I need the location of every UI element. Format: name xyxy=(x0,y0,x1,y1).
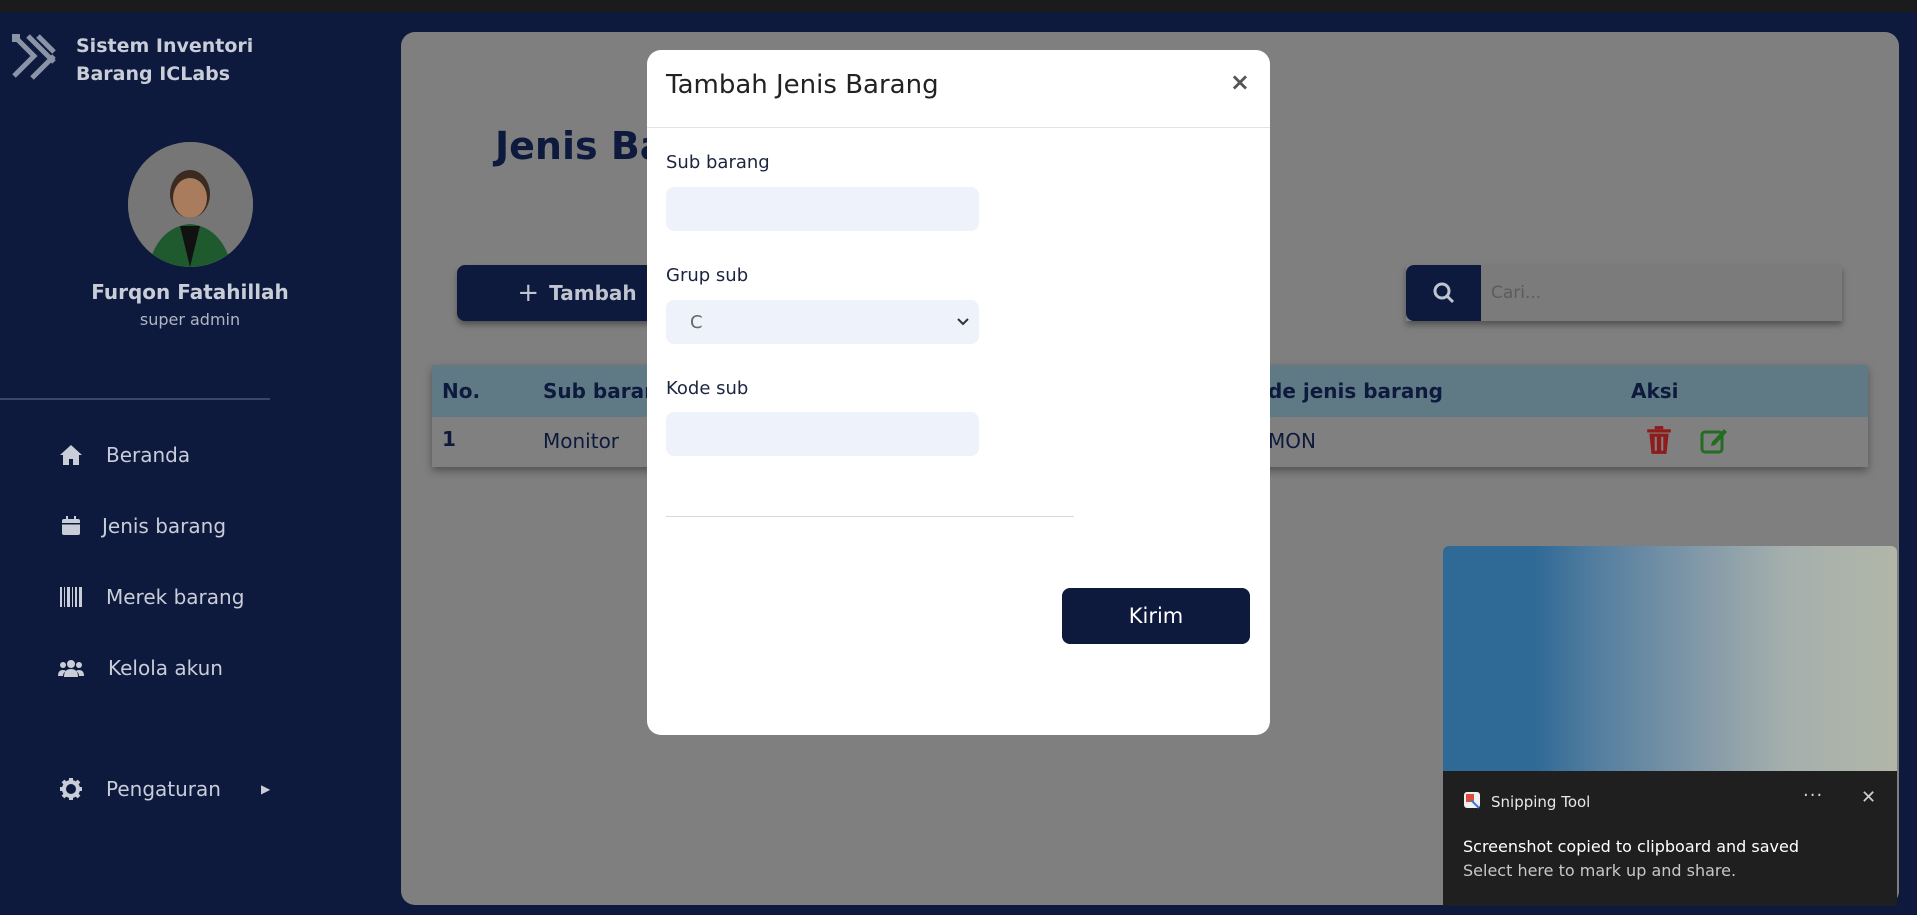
row-sub-barang: Monitor xyxy=(543,429,620,453)
snipping-tool-icon xyxy=(1464,792,1480,809)
row-kode: MON xyxy=(1268,429,1316,453)
grup-sub-label: Grup sub xyxy=(666,265,749,286)
kode-sub-label: Kode sub xyxy=(666,378,749,399)
add-button-label: Tambah xyxy=(549,281,637,305)
brand-title: Sistem Inventori Barang ICLabs xyxy=(76,35,254,85)
user-role: super admin xyxy=(139,310,241,329)
sub-barang-label: Sub barang xyxy=(666,152,770,173)
users-icon xyxy=(58,655,84,681)
close-notification-icon[interactable]: ✕ xyxy=(1861,787,1876,808)
row-number: 1 xyxy=(442,427,456,451)
modal-divider xyxy=(666,516,1074,517)
kode-sub-input[interactable] xyxy=(666,412,979,456)
submit-button[interactable]: Kirim xyxy=(1062,588,1250,644)
notification-subtext: Select here to mark up and share. xyxy=(1463,861,1737,880)
screenshot-preview[interactable] xyxy=(1443,546,1897,771)
search-input[interactable] xyxy=(1481,265,1842,321)
search-button[interactable] xyxy=(1406,265,1481,321)
notification-message: Screenshot copied to clipboard and saved xyxy=(1463,837,1799,856)
sidebar-item-label: Pengaturan xyxy=(106,777,221,801)
edit-icon[interactable] xyxy=(1700,425,1728,455)
sidebar-item-beranda[interactable]: Beranda xyxy=(58,442,190,468)
sidebar-item-jenis-barang[interactable]: Jenis barang xyxy=(58,513,226,539)
column-header: No. xyxy=(442,379,481,403)
column-header: Sub baran xyxy=(543,379,659,403)
brand-logo-icon xyxy=(12,34,56,80)
plus-icon: + xyxy=(517,278,540,308)
chevron-down-icon xyxy=(957,318,969,326)
search-icon xyxy=(1433,282,1454,304)
search-box xyxy=(1406,265,1842,321)
column-header: de jenis barang xyxy=(1268,379,1443,403)
profile-photo xyxy=(128,142,253,267)
home-icon xyxy=(58,442,84,468)
user-name: Furqon Fatahillah xyxy=(91,280,289,304)
sidebar-item-label: Merek barang xyxy=(106,585,245,609)
brand: Sistem Inventori Barang ICLabs xyxy=(10,32,253,85)
column-header: Aksi xyxy=(1631,379,1679,403)
avatar xyxy=(128,142,253,267)
delete-icon[interactable] xyxy=(1645,425,1673,455)
sidebar-item-label: Kelola akun xyxy=(108,656,223,680)
sidebar-item-pengaturan[interactable]: Pengaturan ▶ xyxy=(58,776,270,802)
sidebar-divider xyxy=(0,398,270,400)
barcode-icon xyxy=(58,584,84,610)
grup-sub-select[interactable]: C xyxy=(666,300,979,344)
sub-barang-input[interactable] xyxy=(666,187,979,231)
snipping-tool-notification[interactable]: Snipping Tool ··· ✕ Screenshot copied to… xyxy=(1443,546,1897,906)
sidebar-item-merek-barang[interactable]: Merek barang xyxy=(58,584,244,610)
sidebar-item-kelola-akun[interactable]: Kelola akun xyxy=(58,655,223,681)
top-strip xyxy=(0,0,1917,12)
notification-body[interactable]: Snipping Tool ··· ✕ Screenshot copied to… xyxy=(1443,771,1897,906)
sidebar-item-label: Jenis barang xyxy=(102,514,227,538)
calendar-icon xyxy=(58,513,84,539)
gear-icon xyxy=(58,776,84,802)
add-jenis-barang-modal: Tambah Jenis Barang × Sub barang Grup su… xyxy=(647,50,1270,735)
modal-title: Tambah Jenis Barang xyxy=(666,70,939,100)
more-options-icon[interactable]: ··· xyxy=(1803,785,1823,806)
chevron-right-icon: ▶ xyxy=(260,782,271,796)
sidebar-item-label: Beranda xyxy=(106,443,191,467)
sidebar: Sistem Inventori Barang ICLabs Furqon Fa… xyxy=(0,12,400,915)
close-icon[interactable]: × xyxy=(1230,68,1250,96)
modal-header: Tambah Jenis Barang × xyxy=(647,50,1270,128)
notification-app-name: Snipping Tool xyxy=(1491,793,1591,811)
grup-sub-value: C xyxy=(690,311,703,333)
